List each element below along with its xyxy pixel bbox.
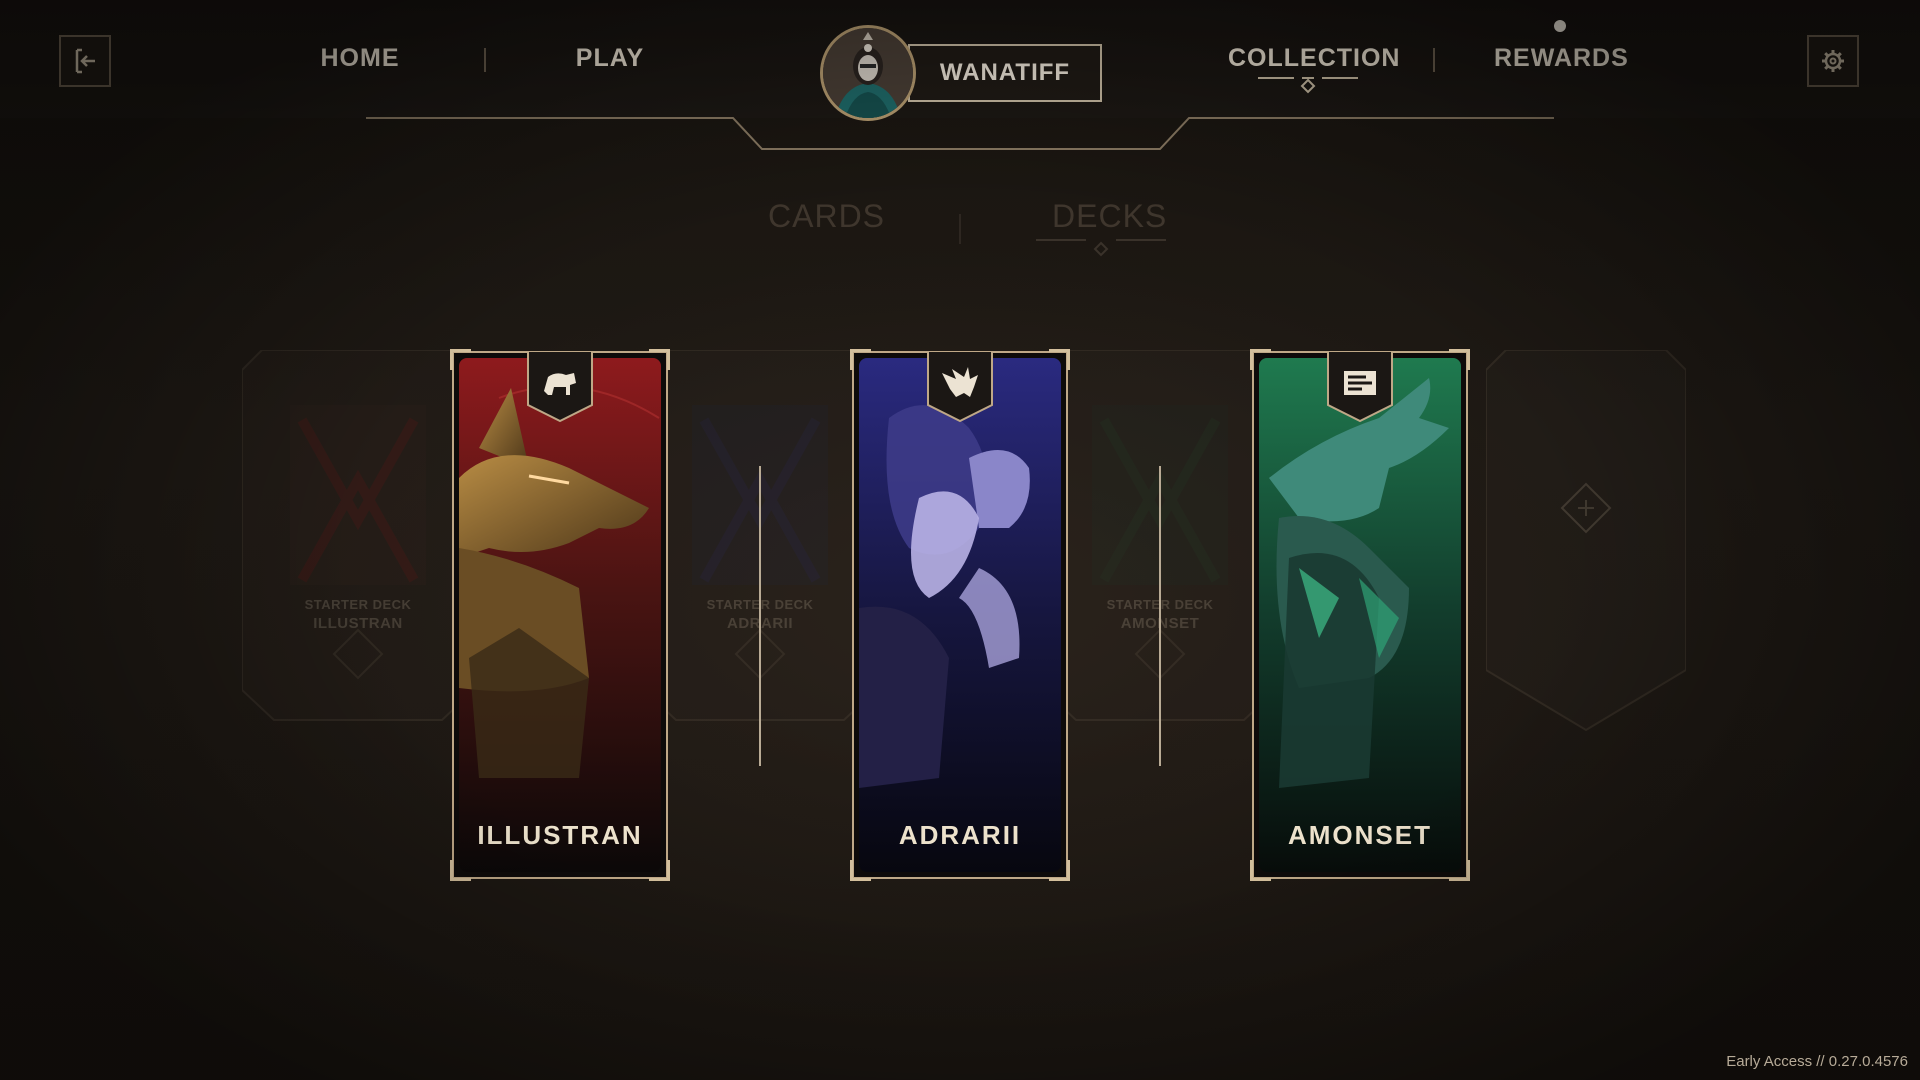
version-label: Early Access // 0.27.0.4576 xyxy=(1726,1053,1908,1070)
deck-card-amonset[interactable]: AMONSET xyxy=(1250,349,1470,881)
deck-name: ILLUSTRAN xyxy=(477,820,643,850)
crocodile-icon xyxy=(1327,351,1393,423)
ghost-deck-slot[interactable]: STARTER DECK ILLUSTRAN xyxy=(241,349,475,740)
collection-screen: HOME PLAY WANATIFF COLLECTION REWARDS CA… xyxy=(0,0,1920,1080)
tab-cards[interactable]: CARDS xyxy=(768,198,884,238)
nav-separator xyxy=(1433,48,1435,72)
nav-rewards[interactable]: REWARDS xyxy=(1494,44,1628,78)
deck-name: ADRARII xyxy=(898,820,1022,850)
nav-play[interactable]: PLAY xyxy=(560,44,660,78)
profile-name: WANATIFF xyxy=(908,44,1102,102)
lion-icon xyxy=(527,351,593,423)
frame-corner xyxy=(450,860,471,881)
nav-collection[interactable]: COLLECTION xyxy=(1228,44,1400,78)
deck-card-adrarii[interactable]: ADRARII xyxy=(850,349,1070,881)
nav-separator xyxy=(484,48,486,72)
exit-icon xyxy=(71,47,99,75)
nav-home[interactable]: HOME xyxy=(310,44,410,78)
frame-corner xyxy=(1449,860,1470,881)
add-deck-slot[interactable] xyxy=(1485,349,1687,740)
frame-corner xyxy=(649,860,670,881)
settings-button[interactable] xyxy=(1807,35,1859,87)
profile-badge[interactable]: WANATIFF xyxy=(820,25,1102,125)
deck-name: AMONSET xyxy=(1288,820,1432,850)
frame-corner xyxy=(450,349,471,370)
rewards-notification-dot xyxy=(1554,20,1566,32)
frame-corner xyxy=(850,860,871,881)
deck-card-illustran[interactable]: ILLUSTRAN xyxy=(450,349,670,881)
exit-button[interactable] xyxy=(59,35,111,87)
frame-corner xyxy=(1049,860,1070,881)
frame-corner xyxy=(1250,349,1271,370)
deck-art xyxy=(459,358,661,872)
deck-divider xyxy=(1159,466,1161,766)
frame-corner xyxy=(1250,860,1271,881)
subtab-separator xyxy=(959,214,961,244)
frame-corner xyxy=(649,349,670,370)
deck-divider xyxy=(759,466,761,766)
ghost-deck-name: ILLUSTRAN xyxy=(313,615,403,632)
gear-icon xyxy=(1819,47,1847,75)
avatar xyxy=(820,25,916,121)
deck-art xyxy=(1259,358,1461,872)
frame-corner xyxy=(1449,349,1470,370)
frame-corner xyxy=(850,349,871,370)
active-nav-indicator xyxy=(1258,77,1358,94)
active-subtab-indicator xyxy=(1036,239,1166,257)
winged-beast-icon xyxy=(927,351,993,423)
tab-decks[interactable]: DECKS xyxy=(1052,198,1166,238)
ghost-deck-subtitle: STARTER DECK xyxy=(304,597,412,612)
deck-art xyxy=(859,358,1061,872)
frame-corner xyxy=(1049,349,1070,370)
